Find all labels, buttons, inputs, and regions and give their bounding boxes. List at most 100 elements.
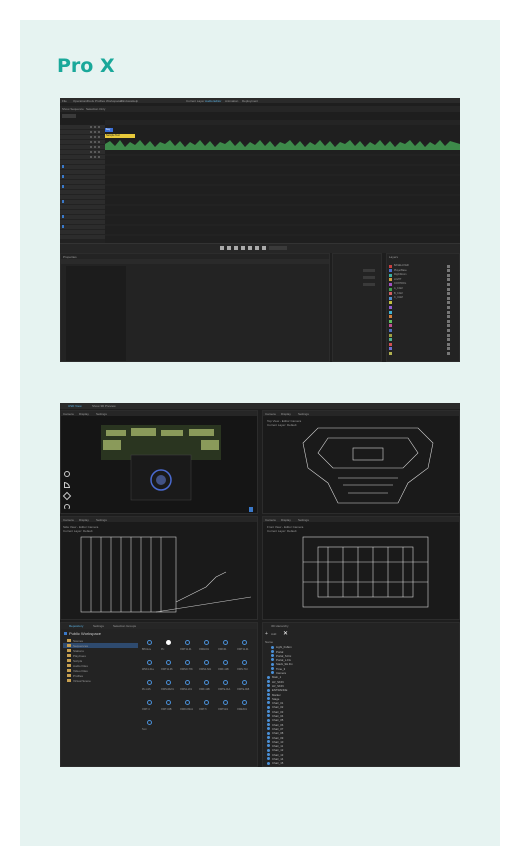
visibility-icon[interactable] xyxy=(447,333,450,337)
layer-row[interactable]: CONTROL xyxy=(389,282,459,286)
tab-deployment[interactable]: Deployment xyxy=(242,99,258,103)
asset-tile[interactable]: OWEX01 xyxy=(236,698,254,716)
plus-icon[interactable]: + xyxy=(265,632,269,637)
layer-row[interactable]: A_CAM xyxy=(389,287,459,291)
asset-tile[interactable]: OWN4-S01 xyxy=(198,658,216,676)
visibility-icon[interactable] xyxy=(447,264,450,268)
layer-row[interactable] xyxy=(389,319,459,323)
menu-file[interactable]: File xyxy=(62,99,67,103)
layer-row[interactable]: BASELAYER xyxy=(389,264,459,268)
folder-item[interactable]: Profiles xyxy=(63,673,138,678)
folder-item[interactable]: Sequences xyxy=(63,643,138,648)
viewport-display-menu[interactable]: Display xyxy=(281,518,291,522)
parameter-field[interactable] xyxy=(363,283,375,286)
visibility-icon[interactable] xyxy=(447,305,450,309)
layer-row[interactable] xyxy=(389,310,459,314)
asset-tile[interactable]: OWT-4 xyxy=(141,698,159,716)
tab-show-sequence[interactable]: Show Sequence xyxy=(62,107,84,111)
viewport-camera-menu[interactable]: Camera xyxy=(265,518,276,522)
tab-repository[interactable]: Repository xyxy=(69,624,83,628)
viewport-display-menu[interactable]: Display xyxy=(79,518,89,522)
asset-tile[interactable]: Text xyxy=(141,718,159,736)
layer-row[interactable] xyxy=(389,338,459,342)
asset-tile[interactable]: OWTE-01B xyxy=(236,678,254,696)
visibility-icon[interactable] xyxy=(447,287,450,291)
asset-tile[interactable]: OWF-12B xyxy=(217,658,235,676)
visibility-icon[interactable] xyxy=(447,324,450,328)
viewport-camera-menu[interactable]: Camera xyxy=(63,518,74,522)
viewport-settings-menu[interactable]: Settings xyxy=(96,518,107,522)
viewport-settings-menu[interactable]: Settings xyxy=(298,518,309,522)
folder-item[interactable]: PlayCues xyxy=(63,653,138,658)
visibility-icon[interactable] xyxy=(447,310,450,314)
zoom-dropdown[interactable] xyxy=(62,114,76,118)
side-viewport[interactable]: Camera Display Settings Side View - Edit… xyxy=(60,516,258,620)
properties-toolbar[interactable] xyxy=(61,259,329,264)
front-viewport[interactable]: Camera Display Settings Front View - Edi… xyxy=(262,516,460,620)
asset-tile[interactable]: OWTE-01A xyxy=(217,678,235,696)
gauge-icon[interactable] xyxy=(64,504,70,510)
asset-tile[interactable]: WNK1-01a xyxy=(141,658,159,676)
viewport-display-menu[interactable]: Display xyxy=(281,412,291,416)
tab-animation[interactable]: Animation xyxy=(225,99,238,103)
viewport-camera-menu[interactable]: Camera xyxy=(63,412,74,416)
asset-tile[interactable]: OWN1-201 xyxy=(179,678,197,696)
layer-row[interactable] xyxy=(389,301,459,305)
perspective-viewport[interactable]: Camera Display Settings xyxy=(60,410,258,514)
curve-icon[interactable] xyxy=(64,482,70,488)
asset-tile[interactable]: OWAC01 xyxy=(198,638,216,656)
tools-icon[interactable] xyxy=(62,491,72,501)
folder-item[interactable]: Scenes xyxy=(63,638,138,643)
hierarchy-add-button[interactable]: Add xyxy=(271,632,276,636)
layer-row[interactable]: C_CAM xyxy=(389,296,459,300)
asset-tile[interactable]: OWT11-01 xyxy=(236,638,254,656)
asset-tile[interactable]: Pic xyxy=(160,638,178,656)
layer-row[interactable] xyxy=(389,347,459,351)
layer-row[interactable] xyxy=(389,333,459,337)
asset-tile[interactable]: OWD-FMA1 xyxy=(179,698,197,716)
viewport-settings-menu[interactable]: Settings xyxy=(298,412,309,416)
menu-windows[interactable]: Windows xyxy=(120,99,132,103)
layer-row[interactable]: RightRoom xyxy=(389,273,459,277)
visibility-icon[interactable] xyxy=(447,296,450,300)
asset-tile[interactable]: OWTG01 xyxy=(217,698,235,716)
viewport-display-menu[interactable]: Display xyxy=(79,412,89,416)
asset-tile[interactable]: BPicture xyxy=(141,638,159,656)
tab-show-3d-preview[interactable]: Show 3D Preview xyxy=(92,404,116,408)
asset-tile[interactable]: OWF-12B xyxy=(198,678,216,696)
layer-row[interactable] xyxy=(389,328,459,332)
folder-item[interactable]: Virtual Scene xyxy=(63,678,138,683)
visibility-icon[interactable] xyxy=(447,351,450,355)
visibility-icon[interactable] xyxy=(447,342,450,346)
audio-waveform[interactable] xyxy=(105,138,460,150)
layer-row[interactable]: B_CAM xyxy=(389,292,459,296)
menu-profiles[interactable]: Profiles xyxy=(95,99,105,103)
viewport-camera-menu[interactable]: Camera xyxy=(265,412,276,416)
visibility-icon[interactable] xyxy=(447,282,450,286)
tab-selection-only[interactable]: Selection Only xyxy=(86,107,105,111)
layer-row[interactable] xyxy=(389,351,459,355)
folder-item[interactable]: Audio Files xyxy=(63,663,138,668)
close-icon[interactable]: ✕ xyxy=(283,631,288,637)
folder-item[interactable]: Stations xyxy=(63,648,138,653)
key-clip[interactable]: Key xyxy=(105,128,113,132)
tab-usd-view[interactable]: USD View xyxy=(68,404,82,408)
asset-tile[interactable]: OWT-5 xyxy=(198,698,216,716)
tab-settings[interactable]: Settings xyxy=(93,624,104,628)
asset-tile[interactable]: OWT11-06 xyxy=(160,658,178,676)
layer-row[interactable] xyxy=(389,324,459,328)
visibility-icon[interactable] xyxy=(447,292,450,296)
layer-row[interactable] xyxy=(389,342,459,346)
visibility-icon[interactable] xyxy=(447,269,450,273)
visibility-icon[interactable] xyxy=(447,328,450,332)
visibility-icon[interactable] xyxy=(447,273,450,277)
parameter-field[interactable] xyxy=(363,276,375,279)
asset-tile[interactable]: OWT-02B xyxy=(160,698,178,716)
top-viewport[interactable]: Camera Display Settings Top View - Edito… xyxy=(262,410,460,514)
folder-item[interactable]: Video Files xyxy=(63,668,138,673)
asset-tile[interactable]: OWNO-T36 xyxy=(179,658,197,676)
workspace-selector[interactable]: Public Workspace xyxy=(69,631,101,636)
asset-tile[interactable]: OWN-T10 xyxy=(236,658,254,676)
layer-row[interactable] xyxy=(389,315,459,319)
tab-current-layer[interactable]: Current Layer xyxy=(186,99,204,103)
